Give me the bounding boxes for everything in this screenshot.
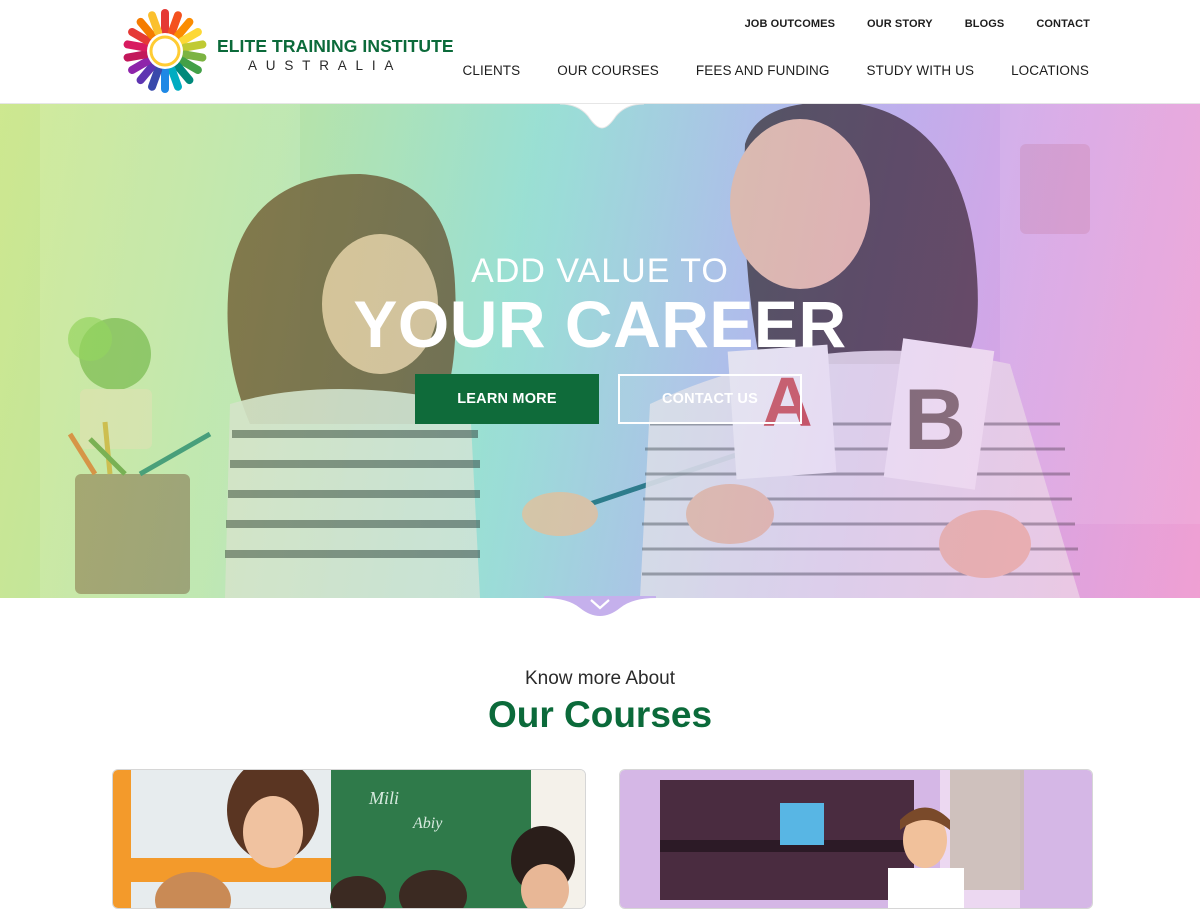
board-text-2: Abiy <box>412 815 443 832</box>
nav-clients[interactable]: CLIENTS <box>463 63 521 78</box>
contact-us-button[interactable]: CONTACT US <box>618 374 802 424</box>
site-header: ELITE TRAINING INSTITUTE AUSTRALIA JOB O… <box>0 0 1200 104</box>
brand-title: ELITE TRAINING INSTITUTE <box>217 36 454 56</box>
course-card-image <box>620 770 1092 908</box>
courses-kicker: Know more About <box>525 668 675 689</box>
nav-contact[interactable]: CONTACT <box>1036 18 1090 30</box>
utility-nav: JOB OUTCOMES OUR STORY BLOGS CONTACT <box>745 18 1090 30</box>
nav-blogs[interactable]: BLOGS <box>965 18 1005 30</box>
nav-locations[interactable]: LOCATIONS <box>1011 63 1089 78</box>
nav-study-with-us[interactable]: STUDY WITH US <box>867 63 975 78</box>
scroll-down-chevron-down-icon[interactable] <box>544 596 656 618</box>
hero-title: YOUR CAREER <box>353 287 847 361</box>
course-card-image: Mili Abiy <box>113 770 585 908</box>
nav-our-courses[interactable]: OUR COURSES <box>557 63 659 78</box>
nav-our-story[interactable]: OUR STORY <box>867 18 933 30</box>
brand-subtitle: AUSTRALIA <box>248 58 403 73</box>
colorful-hands-wheel-logo-icon <box>123 9 207 93</box>
nav-fees-and-funding[interactable]: FEES AND FUNDING <box>696 63 830 78</box>
logo[interactable]: ELITE TRAINING INSTITUTE AUSTRALIA <box>122 8 454 94</box>
course-card[interactable] <box>619 769 1093 909</box>
nav-job-outcomes[interactable]: JOB OUTCOMES <box>745 18 835 30</box>
hero-banner: A B ADD VALUE TO YOUR CAREER LEARN MORE … <box>0 104 1200 598</box>
courses-title: Our Courses <box>487 694 713 735</box>
course-card[interactable]: Mili Abiy <box>112 769 586 909</box>
learn-more-button[interactable]: LEARN MORE <box>415 374 599 424</box>
main-nav: CLIENTS OUR COURSES FEES AND FUNDING STU… <box>463 63 1089 78</box>
board-text-1: Mili <box>368 788 399 808</box>
header-notch <box>560 104 644 129</box>
